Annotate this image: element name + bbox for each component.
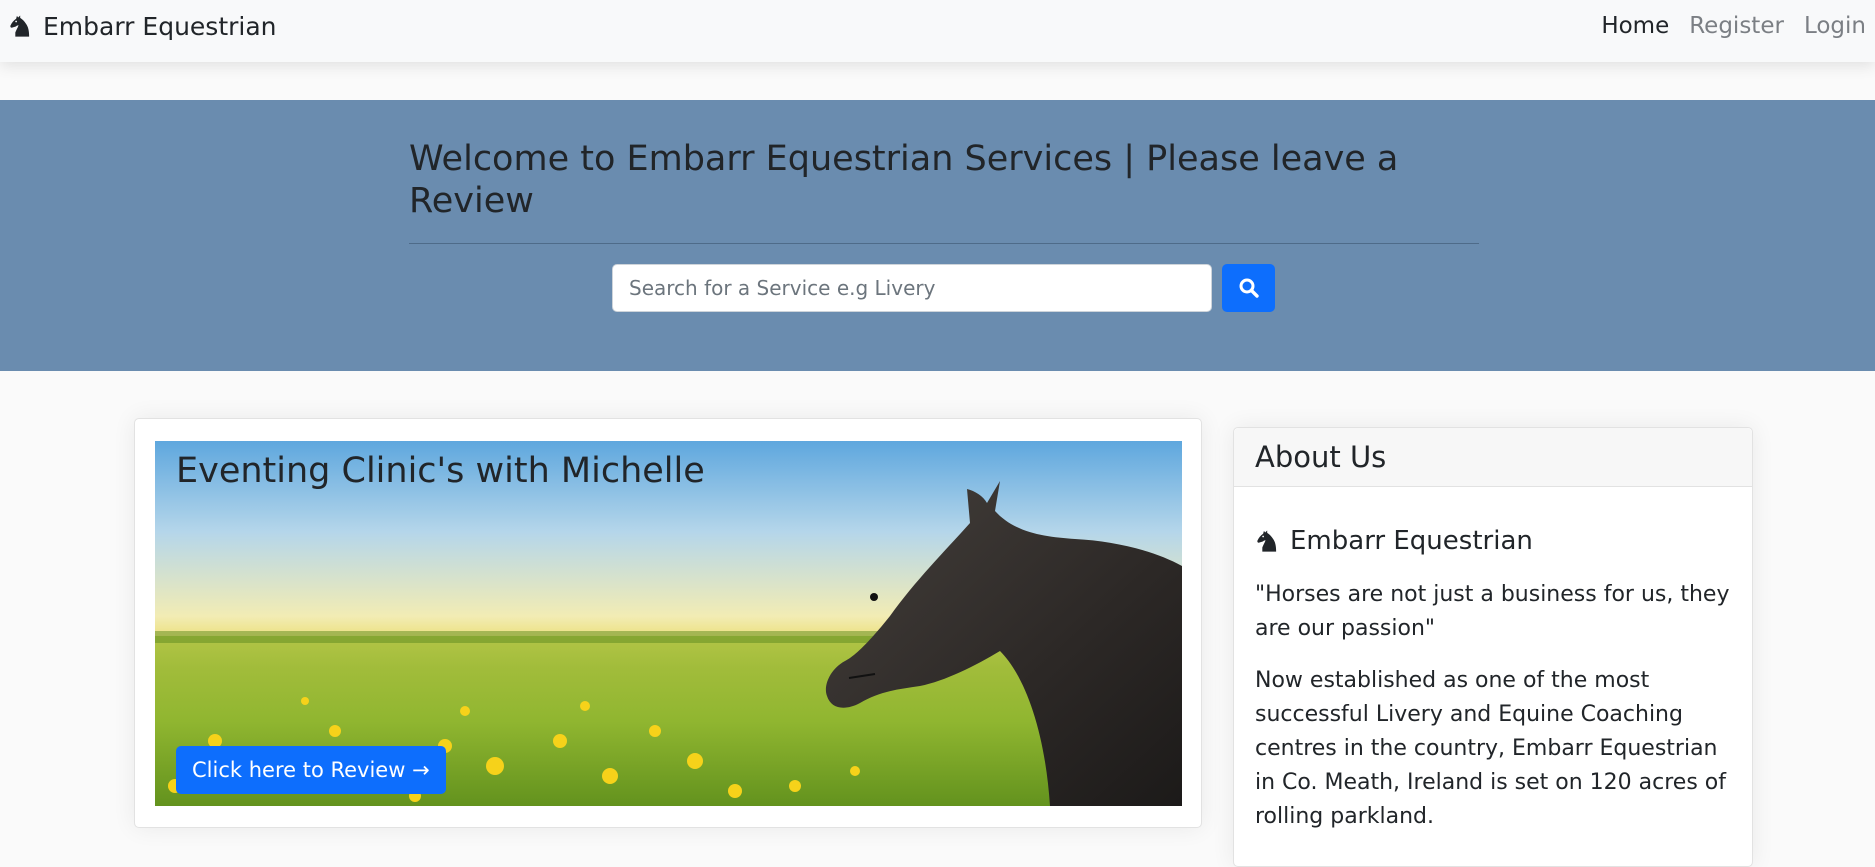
about-brand-name: Embarr Equestrian	[1290, 526, 1533, 556]
review-button[interactable]: Click here to Review →	[176, 746, 446, 794]
hero-banner: Welcome to Embarr Equestrian Services | …	[0, 100, 1875, 371]
about-card-header: About Us	[1234, 428, 1752, 487]
feature-title: Eventing Clinic's with Michelle	[176, 451, 705, 491]
search-button[interactable]	[1222, 264, 1275, 312]
about-description: Now established as one of the most succe…	[1255, 668, 1727, 829]
service-search-input[interactable]	[612, 264, 1212, 312]
feature-image: Eventing Clinic's with Michelle Click he…	[155, 441, 1182, 806]
horse-icon	[1257, 530, 1277, 552]
nav-link-register[interactable]: Register	[1678, 10, 1793, 42]
top-navbar: Embarr Equestrian Home Register Login	[0, 0, 1875, 62]
about-title: About Us	[1255, 440, 1387, 474]
hero-title: Welcome to Embarr Equestrian Services | …	[409, 139, 1399, 221]
about-card: About Us Embarr Equestrian "Horses are n…	[1233, 427, 1753, 867]
search-icon	[1239, 278, 1259, 298]
navbar-brand[interactable]: Embarr Equestrian	[8, 10, 277, 42]
brand-name: Embarr Equestrian	[43, 11, 277, 41]
nav-links: Home Register Login	[1590, 10, 1875, 42]
about-quote: "Horses are not just a business for us, …	[1255, 582, 1730, 641]
nav-link-home[interactable]: Home	[1590, 10, 1678, 42]
about-brand: Embarr Equestrian	[1255, 526, 1533, 556]
hero-divider	[409, 243, 1479, 244]
nav-link-login[interactable]: Login	[1793, 10, 1875, 42]
feature-card: Eventing Clinic's with Michelle Click he…	[134, 418, 1202, 828]
horse-icon	[10, 15, 30, 37]
